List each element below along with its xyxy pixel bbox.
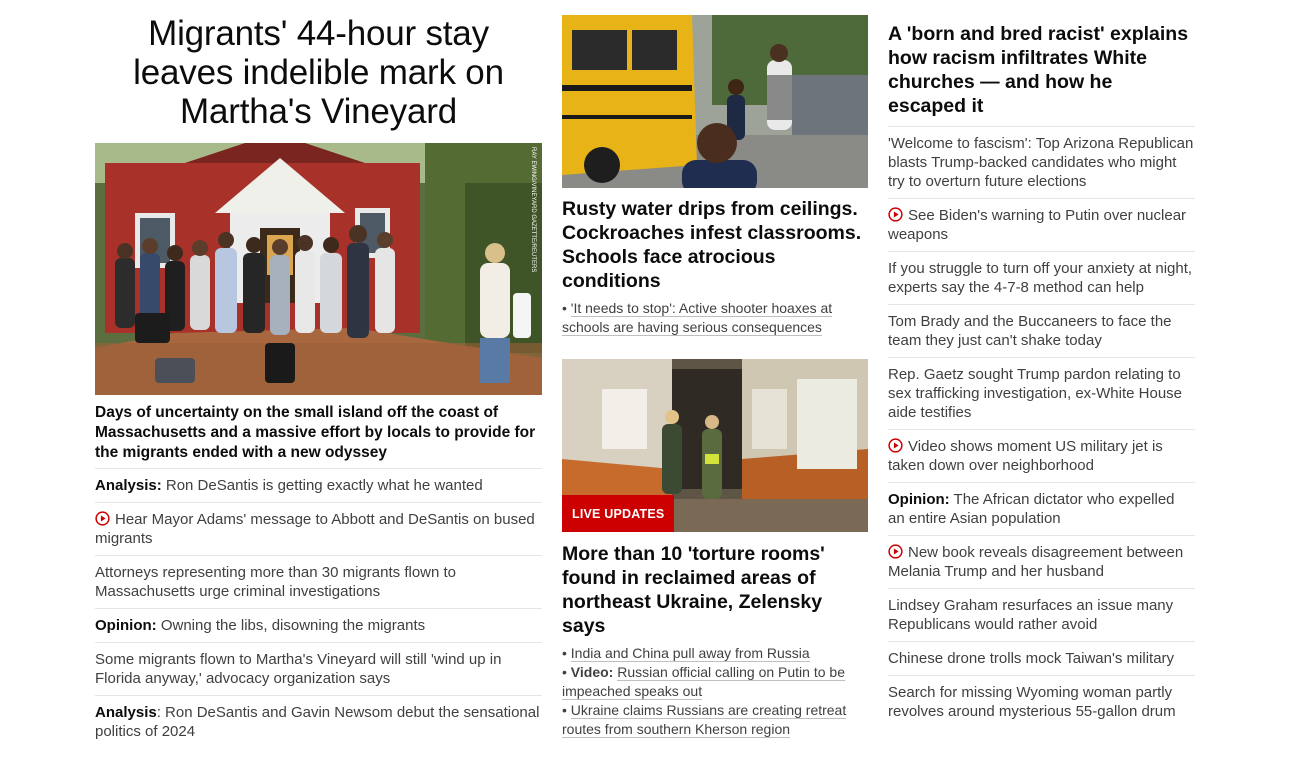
item-text: Rep. Gaetz sought Trump pardon relating … xyxy=(888,366,1183,421)
item-text: Hear Mayor Adams' message to Abbott and … xyxy=(95,511,535,547)
list-item[interactable]: Opinion: The African dictator who expell… xyxy=(888,483,1195,536)
bullet-item[interactable]: • Video: Russian official calling on Put… xyxy=(562,663,868,701)
bullet-link[interactable]: 'It needs to stop': Active shooter hoaxe… xyxy=(562,300,833,336)
bullet-link[interactable]: India and China pull away from Russia xyxy=(570,645,810,662)
item-text: New book reveals disagreement between Me… xyxy=(888,544,1184,580)
item-text: 'Welcome to fascism': Top Arizona Republ… xyxy=(888,135,1194,190)
secondary-story-column: Rusty water drips from ceilings. Cockroa… xyxy=(562,0,868,739)
list-item[interactable]: New book reveals disagreement between Me… xyxy=(888,536,1195,589)
list-item[interactable]: Chinese drone trolls mock Taiwan's milit… xyxy=(888,642,1195,676)
bullet-item[interactable]: • Ukraine claims Russians are creating r… xyxy=(562,701,868,739)
more-stories-column: A 'born and bred racist' explains how ra… xyxy=(888,0,1195,728)
photo-credit: RAY EWING/VINEYARD GAZETTE/REUTERS xyxy=(530,147,540,297)
list-item[interactable]: Search for missing Wyoming woman partly … xyxy=(888,676,1195,728)
item-text: Attorneys representing more than 30 migr… xyxy=(95,564,457,600)
item-text: Chinese drone trolls mock Taiwan's milit… xyxy=(888,650,1175,667)
item-text: See Biden's warning to Putin over nuclea… xyxy=(888,207,1187,243)
item-text: Some migrants flown to Martha's Vineyard… xyxy=(95,651,502,687)
list-item[interactable]: If you struggle to turn off your anxiety… xyxy=(888,252,1195,305)
bullet-link[interactable]: Ukraine claims Russians are creating ret… xyxy=(562,702,847,738)
item-text: If you struggle to turn off your anxiety… xyxy=(888,260,1193,296)
lead-headline[interactable]: Migrants' 44-hour stay leaves indelible … xyxy=(95,14,542,131)
live-updates-badge: LIVE UPDATES xyxy=(562,495,675,532)
item-text: Search for missing Wyoming woman partly … xyxy=(888,684,1176,720)
list-item[interactable]: Analysis: Ron DeSantis and Gavin Newsom … xyxy=(95,696,542,748)
schools-related-list: • 'It needs to stop': Active shooter hoa… xyxy=(562,299,868,337)
list-item[interactable]: Lindsey Graham resurfaces an issue many … xyxy=(888,589,1195,642)
item-prefix: Analysis xyxy=(95,704,157,721)
racism-headline[interactable]: A 'born and bred racist' explains how ra… xyxy=(888,22,1195,127)
item-text: Tom Brady and the Buccaneers to face the… xyxy=(888,313,1172,349)
list-item[interactable]: Rep. Gaetz sought Trump pardon relating … xyxy=(888,358,1195,430)
martha-vineyard-church-photo xyxy=(95,143,542,395)
item-prefix: Analysis: xyxy=(95,477,162,494)
list-item[interactable]: Hear Mayor Adams' message to Abbott and … xyxy=(95,503,542,556)
list-item[interactable]: Opinion: Owning the libs, disowning the … xyxy=(95,609,542,643)
bullet-prefix: Video: xyxy=(570,664,614,680)
more-stories-list: 'Welcome to fascism': Top Arizona Republ… xyxy=(888,127,1195,728)
item-text: Video shows moment US military jet is ta… xyxy=(888,438,1163,474)
list-item[interactable]: Video shows moment US military jet is ta… xyxy=(888,430,1195,483)
list-item[interactable]: Some migrants flown to Martha's Vineyard… xyxy=(95,643,542,696)
item-text: Lindsey Graham resurfaces an issue many … xyxy=(888,597,1174,633)
list-item[interactable]: Analysis: Ron DeSantis is getting exactl… xyxy=(95,469,542,503)
play-circle-icon xyxy=(888,544,903,559)
lead-related-list: Analysis: Ron DeSantis is getting exactl… xyxy=(95,469,542,748)
list-item[interactable]: See Biden's warning to Putin over nuclea… xyxy=(888,199,1195,252)
lead-story-image[interactable]: RAY EWING/VINEYARD GAZETTE/REUTERS xyxy=(95,143,542,395)
bullet-item[interactable]: • 'It needs to stop': Active shooter hoa… xyxy=(562,299,868,337)
lead-subheadline[interactable]: Days of uncertainty on the small island … xyxy=(95,403,542,469)
play-circle-icon xyxy=(888,438,903,453)
school-bus-photo xyxy=(562,15,868,188)
schools-headline[interactable]: Rusty water drips from ceilings. Cockroa… xyxy=(562,197,868,293)
lead-story-column: Migrants' 44-hour stay leaves indelible … xyxy=(95,0,542,748)
list-item[interactable]: 'Welcome to fascism': Top Arizona Republ… xyxy=(888,127,1195,199)
ukraine-related-list: • India and China pull away from Russia … xyxy=(562,644,868,739)
item-prefix: Opinion: xyxy=(888,491,950,508)
item-text: : Ron DeSantis and Gavin Newsom debut th… xyxy=(95,704,540,740)
play-circle-icon xyxy=(95,511,110,526)
play-circle-icon xyxy=(888,207,903,222)
school-bus-image[interactable] xyxy=(562,15,868,188)
item-text: Ron DeSantis is getting exactly what he … xyxy=(161,477,483,494)
svg-text:RAY EWING/VINEYARD GAZETTE/REU: RAY EWING/VINEYARD GAZETTE/REUTERS xyxy=(530,147,536,272)
ukraine-image[interactable]: LIVE UPDATES xyxy=(562,359,868,532)
ukraine-headline[interactable]: More than 10 'torture rooms' found in re… xyxy=(562,542,868,638)
item-prefix: Opinion: xyxy=(95,617,157,634)
bullet-item[interactable]: • India and China pull away from Russia xyxy=(562,644,868,663)
list-item[interactable]: Tom Brady and the Buccaneers to face the… xyxy=(888,305,1195,358)
item-text: Owning the libs, disowning the migrants xyxy=(156,617,426,634)
list-item[interactable]: Attorneys representing more than 30 migr… xyxy=(95,556,542,609)
